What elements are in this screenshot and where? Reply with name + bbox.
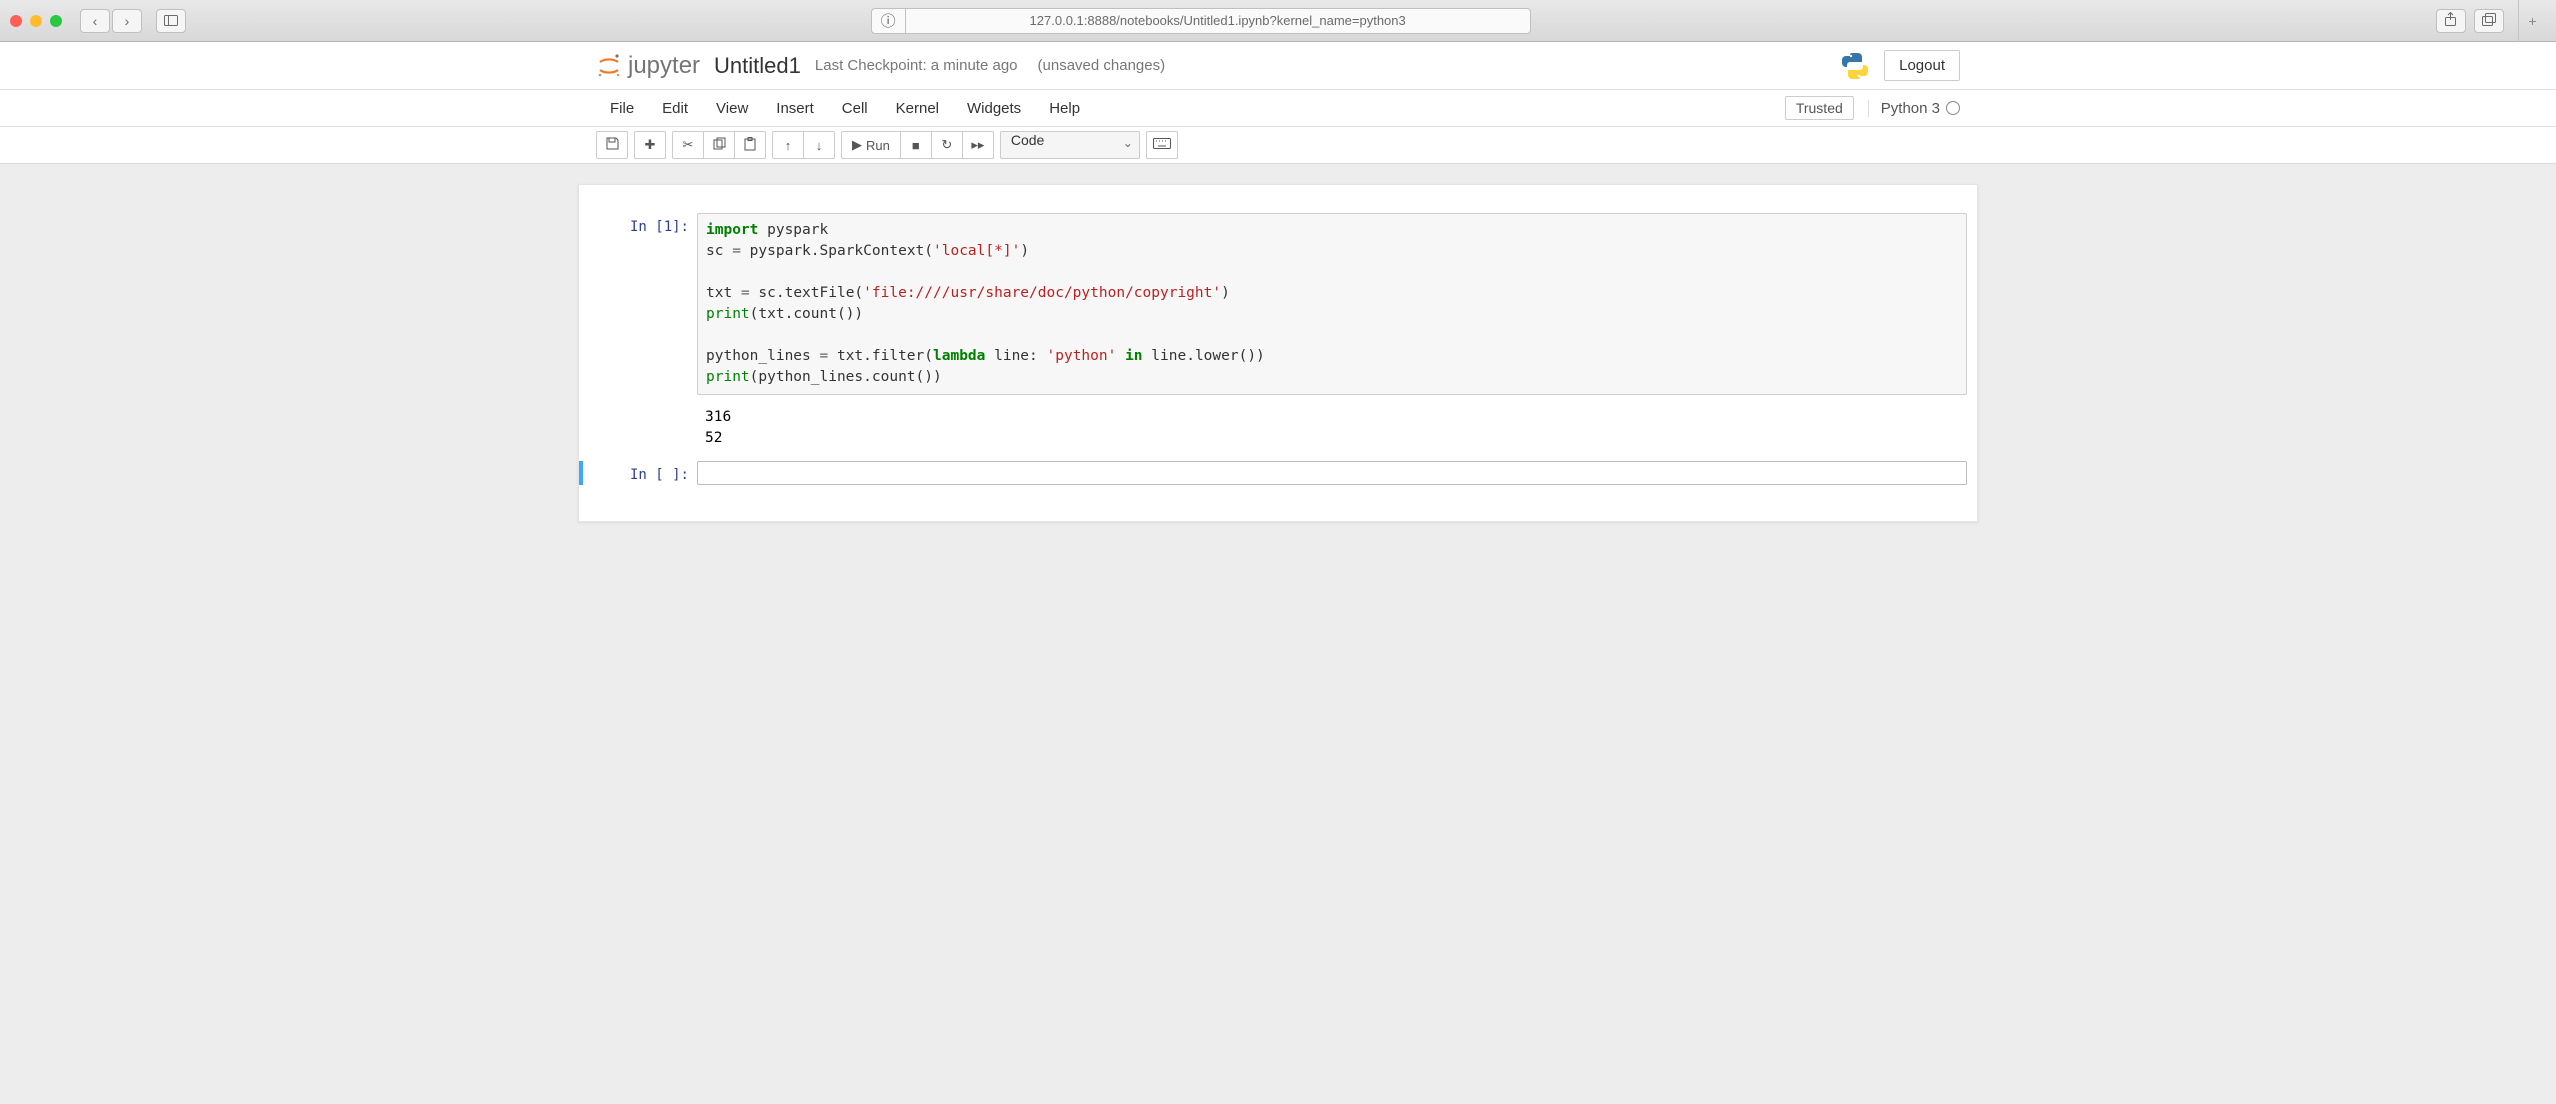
save-icon: [606, 137, 619, 153]
run-icon: ▶: [852, 137, 862, 153]
kernel-indicator[interactable]: Python 3: [1868, 100, 1960, 117]
run-label: Run: [866, 138, 890, 153]
forward-button[interactable]: ›: [112, 9, 142, 33]
input-prompt: In [ ]:: [589, 461, 697, 485]
checkpoint-text: Last Checkpoint: a minute ago: [815, 57, 1018, 74]
notebook-container: In [1]:import pyspark sc = pyspark.Spark…: [578, 184, 1978, 522]
chevron-left-icon: ‹: [93, 13, 98, 29]
output-prompt: [589, 401, 697, 455]
unsaved-indicator: (unsaved changes): [1038, 57, 1166, 74]
copy-icon: [713, 137, 726, 153]
url-bar-group: ⓘ 127.0.0.1:8888/notebooks/Untitled1.ipy…: [871, 8, 1531, 34]
kernel-name-text: Python 3: [1881, 100, 1940, 117]
code-cell[interactable]: In [1]:import pyspark sc = pyspark.Spark…: [579, 213, 1977, 395]
notebook-title[interactable]: Untitled1: [714, 53, 801, 79]
sidebar-icon: [164, 13, 178, 29]
plus-icon: ✚: [645, 137, 656, 153]
share-button[interactable]: [2436, 9, 2466, 33]
site-info-button[interactable]: ⓘ: [871, 8, 905, 34]
paste-button[interactable]: [734, 131, 766, 159]
maximize-window-button[interactable]: [50, 15, 62, 27]
info-icon: ⓘ: [881, 10, 896, 31]
keyboard-icon: [1153, 138, 1171, 152]
share-icon: [2444, 12, 2457, 30]
jupyter-brand-text: jupyter: [628, 52, 700, 80]
tabs-button[interactable]: [2474, 9, 2504, 33]
code-cell[interactable]: In [ ]:: [579, 461, 1977, 485]
scissors-icon: ✂: [683, 137, 694, 153]
save-button[interactable]: [596, 131, 628, 159]
arrow-down-icon: ↓: [816, 138, 823, 153]
trusted-indicator[interactable]: Trusted: [1785, 96, 1854, 120]
nav-buttons: ‹ ›: [80, 9, 142, 33]
logout-button[interactable]: Logout: [1884, 50, 1960, 81]
chevron-right-icon: ›: [125, 13, 130, 29]
jupyter-icon: [596, 53, 622, 79]
output-cell: 316 52: [579, 401, 1977, 455]
input-prompt: In [1]:: [589, 213, 697, 395]
plus-icon: +: [2528, 13, 2536, 29]
menu-insert[interactable]: Insert: [762, 94, 828, 123]
output-text: 316 52: [697, 401, 1967, 455]
tabs-icon: [2482, 13, 2496, 29]
run-button[interactable]: ▶ Run: [841, 131, 901, 159]
menu-kernel[interactable]: Kernel: [882, 94, 953, 123]
clipboard-icon: [744, 137, 756, 154]
back-button[interactable]: ‹: [80, 9, 110, 33]
restart-button[interactable]: ↻: [931, 131, 963, 159]
command-palette-button[interactable]: [1146, 131, 1178, 159]
menu-view[interactable]: View: [702, 94, 762, 123]
menu-cell[interactable]: Cell: [828, 94, 882, 123]
menubar: FileEditViewInsertCellKernelWidgetsHelp …: [0, 90, 2556, 127]
python-logo-icon: [1840, 51, 1870, 81]
fast-forward-icon: ▸▸: [971, 137, 984, 153]
window-controls: [10, 15, 62, 27]
notebook-header: jupyter Untitled1 Last Checkpoint: a min…: [0, 42, 2556, 90]
stop-icon: ■: [912, 138, 920, 153]
jupyter-logo[interactable]: jupyter: [596, 52, 700, 80]
browser-chrome: ‹ › ⓘ 127.0.0.1:8888/notebooks/Untitled1…: [0, 0, 2556, 42]
code-input[interactable]: import pyspark sc = pyspark.SparkContext…: [697, 213, 1967, 395]
close-window-button[interactable]: [10, 15, 22, 27]
menu-help[interactable]: Help: [1035, 94, 1094, 123]
menu-widgets[interactable]: Widgets: [953, 94, 1035, 123]
cell-type-value: Code: [1011, 132, 1044, 148]
cell-type-select[interactable]: Code: [1000, 131, 1140, 159]
new-tab-button[interactable]: +: [2518, 0, 2546, 42]
code-input[interactable]: [697, 461, 1967, 485]
restart-run-all-button[interactable]: ▸▸: [962, 131, 994, 159]
add-cell-button[interactable]: ✚: [634, 131, 666, 159]
toolbar: ✚ ✂ ↑ ↓ ▶ Run ■ ↻ ▸▸ Code: [0, 127, 2556, 164]
url-text: 127.0.0.1:8888/notebooks/Untitled1.ipynb…: [1030, 13, 1406, 28]
move-up-button[interactable]: ↑: [772, 131, 804, 159]
arrow-up-icon: ↑: [785, 138, 792, 153]
interrupt-button[interactable]: ■: [900, 131, 932, 159]
cut-button[interactable]: ✂: [672, 131, 704, 159]
url-bar[interactable]: 127.0.0.1:8888/notebooks/Untitled1.ipynb…: [905, 8, 1531, 34]
menu-edit[interactable]: Edit: [648, 94, 702, 123]
sidebar-toggle-button[interactable]: [156, 9, 186, 33]
copy-button[interactable]: [703, 131, 735, 159]
minimize-window-button[interactable]: [30, 15, 42, 27]
kernel-idle-icon: [1946, 101, 1960, 115]
restart-icon: ↻: [941, 137, 952, 153]
menu-file[interactable]: File: [596, 94, 648, 123]
move-down-button[interactable]: ↓: [803, 131, 835, 159]
